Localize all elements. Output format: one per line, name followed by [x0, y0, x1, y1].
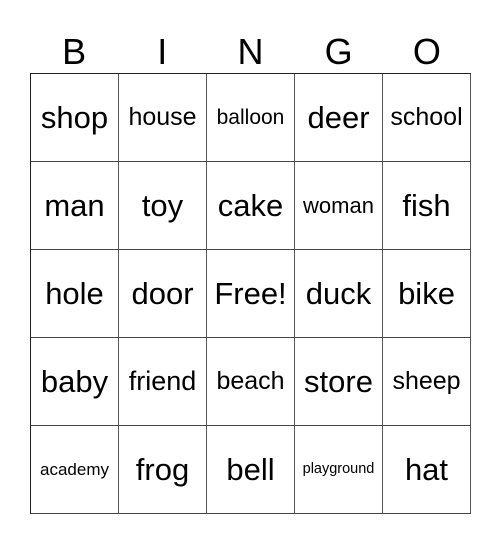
bingo-cell[interactable]: duck [295, 250, 383, 338]
header-letter-b: B [62, 30, 87, 72]
header-letter-i: I [157, 30, 168, 72]
bingo-cell[interactable]: hole [31, 250, 119, 338]
bingo-cell[interactable]: baby [31, 338, 119, 426]
bingo-cell[interactable]: man [31, 162, 119, 250]
bingo-cell[interactable]: bell [207, 426, 295, 514]
bingo-cell[interactable]: deer [295, 74, 383, 162]
bingo-cell[interactable]: shop [31, 74, 119, 162]
header-letter-n: N [237, 30, 264, 72]
bingo-grid: shop house balloon deer school man toy c… [30, 73, 471, 514]
bingo-cell[interactable]: store [295, 338, 383, 426]
bingo-cell[interactable]: friend [119, 338, 207, 426]
bingo-cell[interactable]: academy [31, 426, 119, 514]
header-letter-o: O [412, 30, 441, 72]
bingo-cell[interactable]: door [119, 250, 207, 338]
free-space-cell[interactable]: Free! [207, 250, 295, 338]
bingo-cell[interactable]: house [119, 74, 207, 162]
bingo-cell[interactable]: woman [295, 162, 383, 250]
bingo-header: B I N G O [30, 30, 471, 73]
header-letter-g: G [324, 30, 353, 72]
bingo-cell[interactable]: toy [119, 162, 207, 250]
bingo-cell[interactable]: cake [207, 162, 295, 250]
bingo-cell[interactable]: beach [207, 338, 295, 426]
bingo-cell[interactable]: fish [383, 162, 471, 250]
bingo-cell[interactable]: school [383, 74, 471, 162]
bingo-cell[interactable]: hat [383, 426, 471, 514]
bingo-cell[interactable]: playground [295, 426, 383, 514]
bingo-cell[interactable]: sheep [383, 338, 471, 426]
bingo-cell[interactable]: balloon [207, 74, 295, 162]
bingo-cell[interactable]: frog [119, 426, 207, 514]
bingo-cell[interactable]: bike [383, 250, 471, 338]
